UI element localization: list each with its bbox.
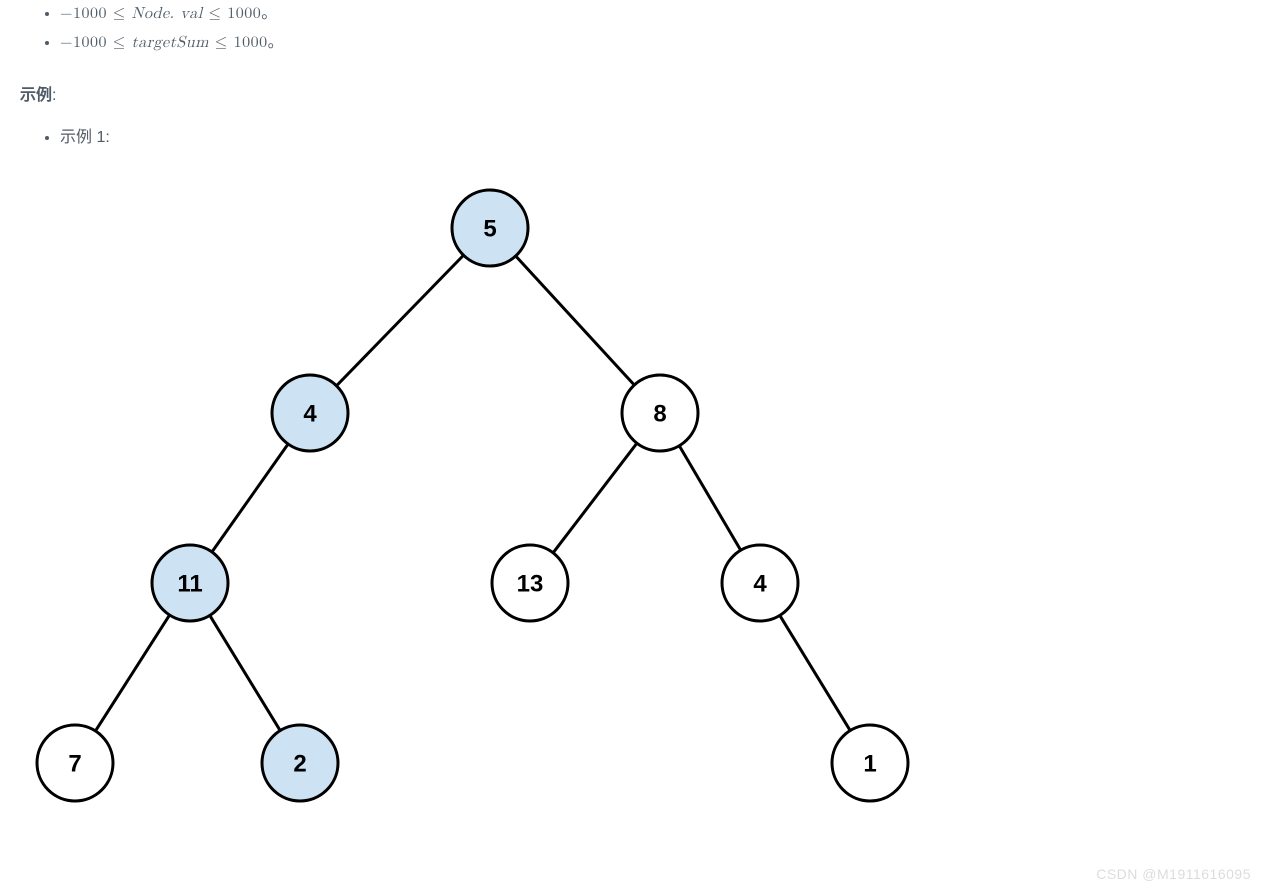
tree-node: 5 — [452, 190, 528, 266]
tree-svg: 5 4 8 11 13 4 7 2 1 — [20, 173, 930, 813]
example-item: 示例 1: — [60, 124, 1243, 153]
tree-edge — [210, 616, 280, 731]
tree-node-label: 7 — [68, 751, 81, 778]
tree-node-label: 4 — [753, 571, 767, 598]
tree-diagram: 5 4 8 11 13 4 7 2 1 — [20, 173, 1243, 813]
tree-node-label: 8 — [653, 401, 666, 428]
tree-node: 7 — [37, 725, 113, 801]
constraint-item: −1000 ≤ Node. val ≤ 1000。 — [60, 0, 1243, 29]
tree-node: 13 — [492, 545, 568, 621]
tree-node: 1 — [832, 725, 908, 801]
tree-node: 4 — [722, 545, 798, 621]
example-list: 示例 1: — [20, 124, 1243, 153]
constraint-text: −1000 ≤ Node. val ≤ 1000。 — [60, 6, 278, 22]
example-heading: 示例: — [20, 82, 1243, 111]
tree-node-label: 11 — [177, 571, 202, 598]
tree-edge — [553, 443, 637, 553]
constraint-text: −1000 ≤ targetSum ≤ 1000。 — [60, 35, 284, 51]
tree-edge — [212, 444, 288, 552]
tree-node-label: 1 — [863, 751, 876, 778]
tree-node-label: 4 — [303, 401, 317, 428]
tree-node-label: 13 — [517, 571, 544, 598]
constraint-item: −1000 ≤ targetSum ≤ 1000。 — [60, 29, 1243, 58]
tree-edge — [95, 615, 169, 731]
tree-edge — [679, 446, 740, 550]
tree-edge — [336, 255, 463, 386]
constraints-list: −1000 ≤ Node. val ≤ 1000。 −1000 ≤ target… — [20, 0, 1243, 58]
tree-node-label: 2 — [293, 751, 306, 778]
tree-edge — [780, 616, 850, 731]
tree-node: 2 — [262, 725, 338, 801]
tree-node: 4 — [272, 375, 348, 451]
tree-node: 11 — [152, 545, 228, 621]
tree-node-label: 5 — [483, 216, 496, 243]
tree-edge — [516, 256, 635, 385]
example-label: 示例 1: — [60, 129, 110, 146]
watermark: CSDN @M1911616095 — [1096, 862, 1251, 887]
tree-node: 8 — [622, 375, 698, 451]
